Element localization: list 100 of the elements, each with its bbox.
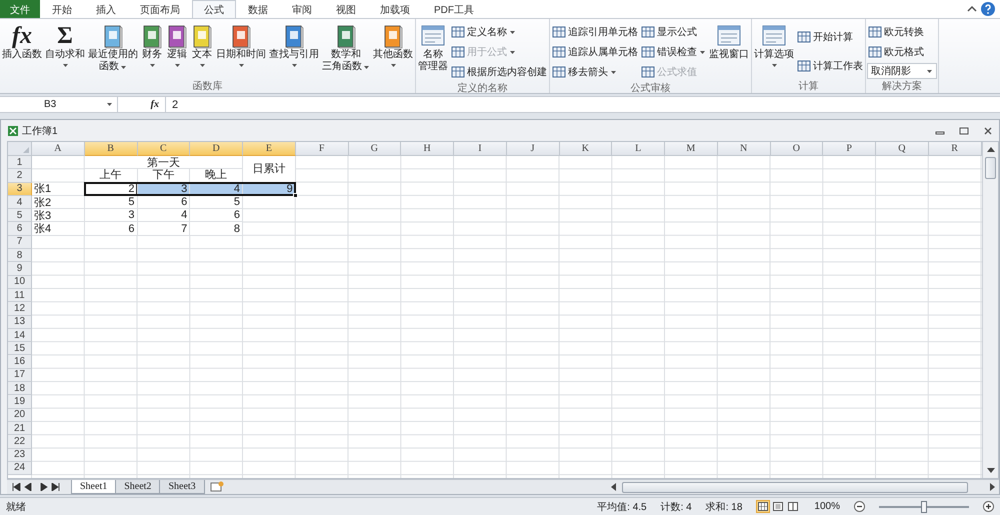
sheet-tab[interactable]: Sheet1 — [71, 480, 116, 494]
ribbon-button[interactable]: 监视窗口 — [708, 21, 750, 62]
ribbon-tab[interactable]: 插入 — [84, 0, 128, 18]
row-header[interactable]: 15 — [8, 342, 32, 356]
insert-function-button[interactable]: fx — [118, 97, 166, 112]
row-header[interactable]: 9 — [8, 262, 32, 276]
ribbon-button[interactable]: 名称 管理器 — [417, 21, 449, 74]
row-header[interactable]: 10 — [8, 276, 32, 289]
ribbon-button[interactable]: 根据所选内容创建 — [450, 63, 548, 81]
ribbon-button[interactable]: 追踪从属单元格 — [551, 43, 639, 61]
ribbon-button[interactable]: 欧元转换 — [867, 23, 937, 41]
fill-handle[interactable] — [292, 192, 298, 198]
ribbon-button[interactable]: fx 插入函数 — [1, 21, 43, 62]
zoom-in-icon[interactable] — [983, 501, 994, 512]
column-header[interactable]: O — [770, 142, 824, 156]
ribbon-button[interactable]: 追踪引用单元格 — [551, 23, 639, 41]
row-header[interactable]: 1 — [8, 156, 32, 170]
view-button[interactable] — [786, 500, 800, 513]
dropdown-field[interactable]: 取消阴影 — [867, 63, 937, 79]
ribbon-button[interactable]: 其他函数 — [372, 21, 414, 71]
view-button[interactable] — [771, 500, 786, 513]
column-header[interactable]: G — [348, 142, 402, 156]
row-header[interactable]: 14 — [8, 328, 32, 342]
ribbon-button[interactable]: 计算选项 — [753, 21, 795, 71]
row-header[interactable]: 17 — [8, 368, 32, 382]
ribbon-tab[interactable]: 审阅 — [280, 0, 324, 18]
ribbon-button[interactable]: 错误检查 — [640, 43, 707, 61]
row-header[interactable]: 23 — [8, 448, 32, 462]
ribbon-button[interactable]: 欧元格式 — [867, 43, 937, 61]
row-header[interactable]: 22 — [8, 435, 32, 449]
column-header[interactable]: I — [454, 142, 507, 156]
ribbon-button[interactable]: 财务 — [140, 21, 164, 71]
up-arrow-icon[interactable] — [986, 146, 994, 152]
ribbon-tab[interactable]: PDF工具 — [422, 0, 486, 18]
row-header[interactable]: 12 — [8, 302, 32, 316]
row-header[interactable]: 4 — [8, 196, 32, 210]
row-header[interactable]: 2 — [8, 169, 32, 183]
column-header[interactable]: J — [506, 142, 560, 156]
row-header[interactable]: 21 — [8, 422, 32, 436]
column-header[interactable]: N — [718, 142, 770, 156]
column-header[interactable]: F — [296, 142, 348, 156]
close-icon[interactable] — [983, 126, 993, 136]
ribbon-button[interactable]: 文本 — [190, 21, 214, 71]
ribbon-tab[interactable]: 页面布局 — [128, 0, 192, 18]
ribbon-button[interactable]: 最近使用的 函数 — [87, 21, 139, 74]
ribbon-tab[interactable]: 加载项 — [368, 0, 422, 18]
row-header[interactable]: 18 — [8, 382, 32, 396]
row-header[interactable]: 13 — [8, 316, 32, 329]
ribbon-button[interactable]: 日期和时间 — [215, 21, 267, 71]
zoom-out-icon[interactable] — [854, 501, 865, 512]
right-arrow-icon[interactable] — [990, 483, 996, 491]
new-sheet-icon[interactable] — [208, 480, 226, 494]
column-header[interactable]: M — [665, 142, 718, 156]
ribbon-button[interactable]: 查找与引用 — [268, 21, 320, 71]
row-header[interactable]: 6 — [8, 222, 32, 236]
row-header[interactable]: 11 — [8, 288, 32, 302]
scroll-thumb[interactable] — [622, 482, 968, 492]
ribbon-button[interactable]: 数学和 三角函数 — [321, 21, 371, 74]
left-arrow-icon[interactable] — [610, 483, 616, 491]
sheet-tab[interactable]: Sheet2 — [115, 480, 160, 494]
formula-field[interactable]: 2 — [166, 97, 1000, 112]
ribbon-button[interactable]: 定义名称 — [450, 23, 548, 41]
row-header[interactable]: 24 — [8, 462, 32, 476]
row-header[interactable]: 7 — [8, 236, 32, 250]
row-header[interactable]: 16 — [8, 355, 32, 369]
column-header[interactable]: L — [612, 142, 665, 156]
ribbon-tab[interactable]: 视图 — [324, 0, 368, 18]
ribbon-tab[interactable]: 文件 — [0, 0, 40, 18]
column-header[interactable]: P — [823, 142, 876, 156]
ribbon-tab[interactable]: 数据 — [236, 0, 280, 18]
help-icon[interactable] — [980, 0, 996, 18]
column-header[interactable]: D — [190, 142, 243, 156]
zoom-slider[interactable] — [921, 500, 927, 512]
ribbon-button[interactable]: 开始计算 — [796, 28, 864, 46]
ribbon-button[interactable]: 移去箭头 — [551, 63, 639, 81]
row-header[interactable]: 19 — [8, 395, 32, 409]
name-box[interactable]: B3 — [0, 97, 118, 112]
column-header[interactable]: B — [84, 142, 138, 156]
column-header[interactable]: A — [32, 142, 85, 156]
row-header[interactable]: 8 — [8, 249, 32, 262]
row-header[interactable]: 5 — [8, 209, 32, 222]
row-header[interactable]: 20 — [8, 408, 32, 422]
zoom-level[interactable]: 100% — [814, 501, 840, 512]
column-header[interactable]: E — [243, 142, 296, 156]
column-header[interactable]: Q — [876, 142, 929, 156]
ribbon-button[interactable]: Σ 自动求和 — [44, 21, 86, 71]
column-header[interactable]: H — [401, 142, 454, 156]
row-header[interactable]: 3 — [8, 182, 32, 196]
ribbon-button[interactable]: 计算工作表 — [796, 56, 864, 74]
ribbon-button[interactable]: 逻辑 — [165, 21, 189, 71]
sheet-tab[interactable]: Sheet3 — [159, 480, 205, 494]
view-button[interactable] — [756, 500, 770, 513]
ribbon-tab[interactable]: 公式 — [192, 0, 236, 18]
ribbon-tab[interactable]: 开始 — [40, 0, 84, 18]
scroll-thumb[interactable] — [985, 157, 996, 179]
down-arrow-icon[interactable] — [986, 468, 994, 474]
ribbon-button[interactable]: 显示公式 — [640, 23, 707, 41]
restore-icon[interactable] — [959, 126, 969, 136]
column-header[interactable]: K — [560, 142, 612, 156]
column-header[interactable]: C — [138, 142, 190, 156]
